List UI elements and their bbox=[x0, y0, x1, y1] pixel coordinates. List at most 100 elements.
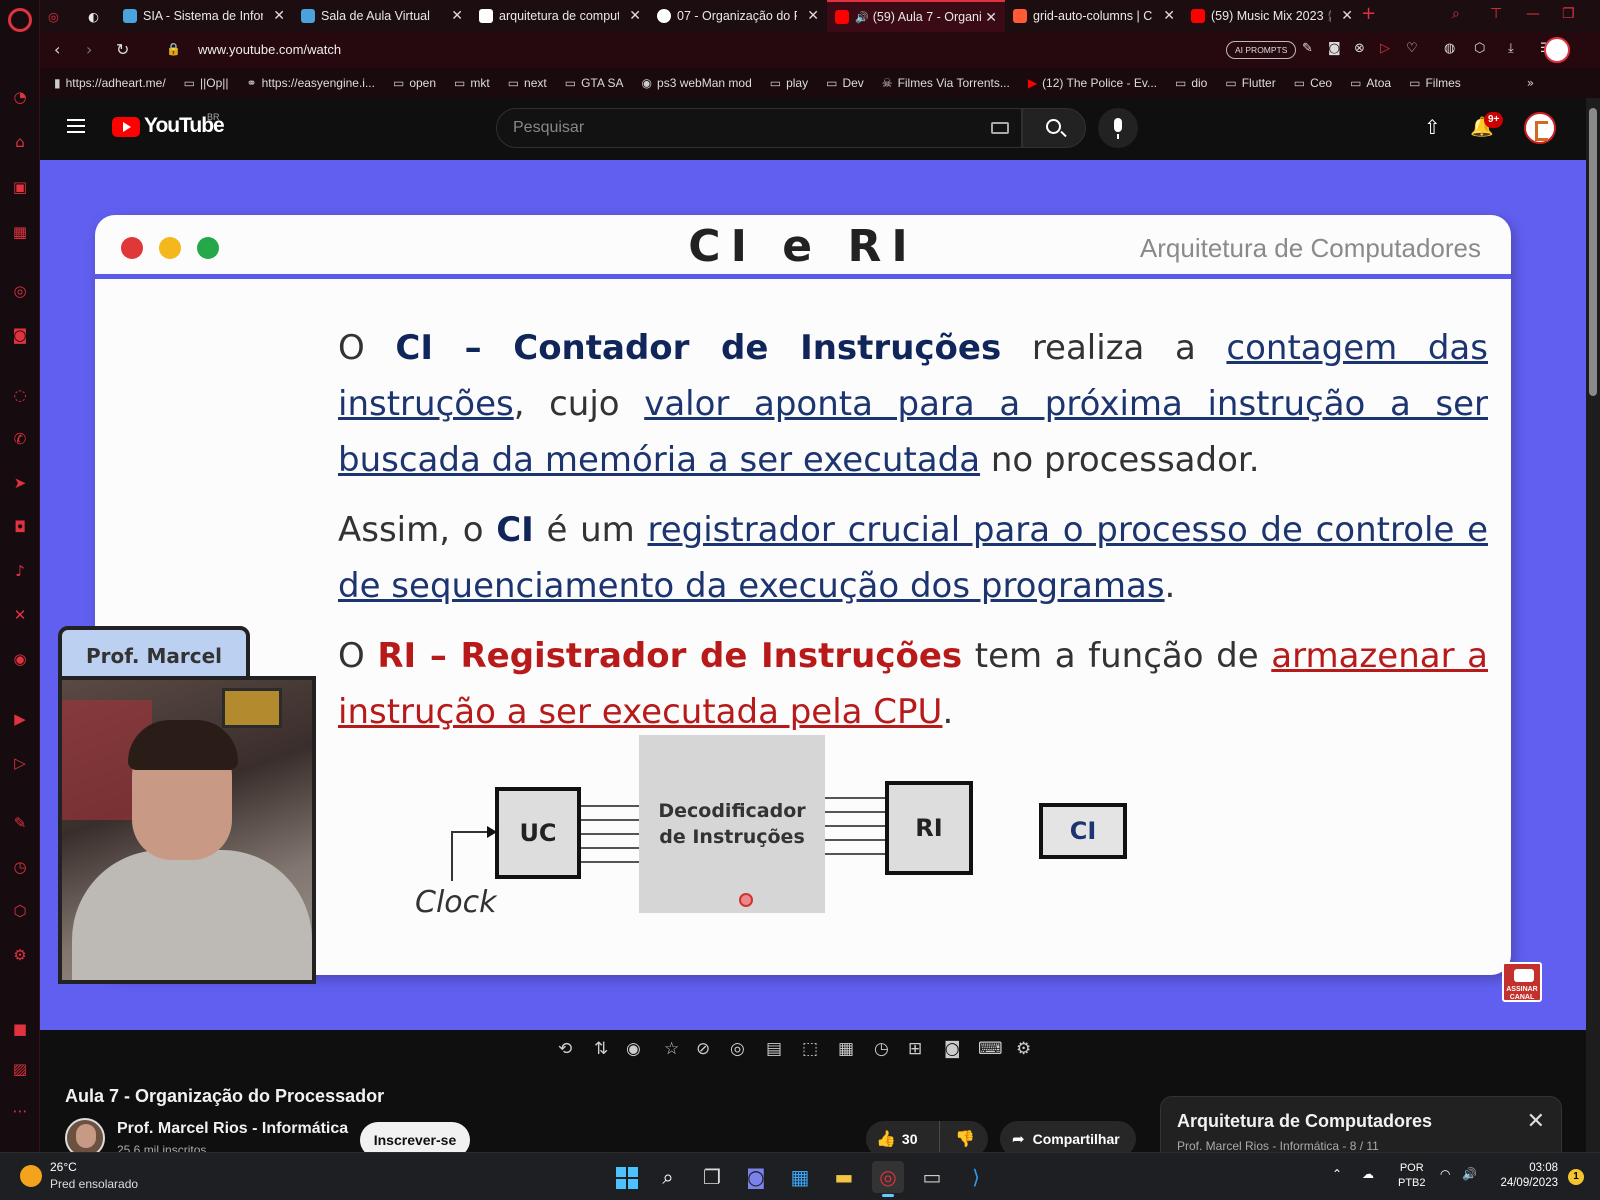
whatsapp-icon[interactable]: ✆ bbox=[9, 428, 31, 450]
tab-active[interactable]: 🔊 (59) Aula 7 - Organi ✕ bbox=[827, 0, 1005, 32]
url-field[interactable]: www.youtube.com/watch bbox=[198, 42, 341, 57]
pip-icon[interactable]: ▦ bbox=[838, 1039, 854, 1059]
settings-icon[interactable]: ⚙ bbox=[1016, 1039, 1031, 1059]
weather-temperature[interactable]: 26°C bbox=[50, 1160, 77, 1174]
bookmark-item[interactable]: ▭ Atoa bbox=[1350, 76, 1391, 90]
store-icon[interactable]: ▦ bbox=[784, 1161, 816, 1193]
scrollbar-thumb[interactable] bbox=[1589, 108, 1597, 396]
bookmark-item[interactable]: ▭ Filmes bbox=[1409, 76, 1461, 90]
x-icon[interactable]: ✕ bbox=[9, 604, 31, 626]
subscribe-watermark[interactable]: ASSINAR CANAL bbox=[1502, 962, 1542, 1002]
app-icon[interactable]: ■ bbox=[9, 1018, 31, 1040]
discord-icon[interactable]: ◉ bbox=[9, 648, 31, 670]
bookmark-item[interactable]: ▭ ||Op|| bbox=[184, 76, 229, 90]
resize-icon[interactable]: ⬚ bbox=[802, 1039, 818, 1059]
notification-center-badge[interactable]: 1 bbox=[1568, 1169, 1584, 1185]
tab-1[interactable]: Sala de Aula Virtual ✕ bbox=[293, 0, 471, 32]
chevron-up-icon[interactable]: ⌃ bbox=[1332, 1167, 1342, 1181]
close-tab-icon[interactable]: ✕ bbox=[273, 8, 285, 24]
tab-search-icon[interactable]: ⌕ bbox=[1452, 6, 1460, 22]
telegram-icon[interactable]: ➤ bbox=[9, 472, 31, 494]
player-icon[interactable]: ▶ bbox=[9, 708, 31, 730]
close-tab-icon[interactable]: ✕ bbox=[1163, 8, 1175, 24]
bookmark-item[interactable]: ▭ Flutter bbox=[1225, 76, 1275, 90]
gallery-icon[interactable]: ▨ bbox=[9, 1058, 31, 1080]
ai-prompts-button[interactable]: AI PROMPTS bbox=[1226, 41, 1297, 59]
tab-5[interactable]: grid-auto-columns | CSS✕ bbox=[1005, 0, 1183, 32]
heart-icon[interactable]: ♡ bbox=[1406, 41, 1418, 56]
camera-icon[interactable]: ◙ bbox=[1328, 41, 1341, 56]
tab-3[interactable]: 07 - Organização do Pro✕ bbox=[649, 0, 827, 32]
private-tab-icon[interactable]: ◐ bbox=[80, 0, 115, 32]
opera-logo-icon[interactable] bbox=[8, 8, 32, 32]
close-tab-icon[interactable]: ✕ bbox=[1341, 8, 1353, 24]
star-icon[interactable]: ☆ bbox=[664, 1039, 679, 1059]
extension-box-icon[interactable]: ⬡ bbox=[1474, 41, 1485, 56]
voice-search-button[interactable] bbox=[1098, 108, 1138, 148]
tiktok-icon[interactable]: ♪ bbox=[9, 560, 31, 582]
weather-description[interactable]: Pred ensolarado bbox=[50, 1177, 138, 1191]
messenger-icon[interactable]: ◌ bbox=[9, 384, 31, 406]
audio-icon[interactable]: 🔊 bbox=[855, 11, 869, 24]
bookmark-item[interactable]: ▭ GTA SA bbox=[565, 76, 624, 90]
add-icon[interactable]: ⊞ bbox=[908, 1039, 922, 1059]
language-indicator[interactable]: POR PTB2 bbox=[1398, 1161, 1426, 1191]
bookmark-item[interactable]: ☠ Filmes Via Torrents... bbox=[882, 76, 1010, 90]
pin-icon[interactable]: ⊤ bbox=[1490, 6, 1502, 22]
bag-icon[interactable]: ⌂ bbox=[9, 131, 31, 153]
more-icon[interactable]: ⋯ bbox=[9, 1100, 31, 1122]
video-player[interactable]: CI e RI Arquitetura de Computadores O CI… bbox=[40, 160, 1586, 1030]
page-scrollbar[interactable] bbox=[1586, 98, 1600, 1152]
loop-icon[interactable]: ⟲ bbox=[558, 1039, 572, 1059]
keyboard-icon[interactable] bbox=[991, 122, 1009, 134]
bookmark-item[interactable]: ▭ play bbox=[770, 76, 808, 90]
tab-6[interactable]: (59) Music Mix 2023 🎧 ✕ bbox=[1183, 0, 1361, 32]
block-icon[interactable]: ⊗ bbox=[1354, 41, 1365, 56]
speed-dial-icon[interactable]: ◔ bbox=[9, 86, 31, 108]
more-bookmarks-icon[interactable]: » bbox=[1527, 76, 1534, 90]
forward-icon[interactable]: › bbox=[86, 40, 92, 59]
tab-0[interactable]: SIA - Sistema de Inform ✕ bbox=[115, 0, 293, 32]
bookmark-item[interactable]: ▶ (12) The Police - Ev... bbox=[1028, 76, 1157, 90]
bookmark-item[interactable]: ▮ https://adheart.me/ bbox=[54, 76, 166, 90]
weather-sun-icon[interactable] bbox=[20, 1165, 42, 1187]
flow-icon[interactable]: ▷ bbox=[1380, 41, 1390, 56]
terminal-icon[interactable]: ▭ bbox=[916, 1161, 948, 1193]
download-icon[interactable]: ⤓ bbox=[1508, 41, 1514, 56]
instagram-icon[interactable]: ◘ bbox=[9, 516, 31, 538]
bookmark-item[interactable]: ⚭ https://easyengine.i... bbox=[247, 76, 375, 90]
cinema-icon[interactable]: ▤ bbox=[766, 1039, 782, 1059]
opera-gx-icon[interactable]: ◎ bbox=[872, 1161, 904, 1197]
reload-icon[interactable]: ↻ bbox=[116, 40, 129, 59]
close-tab-icon[interactable]: ✕ bbox=[629, 8, 641, 24]
youtube-logo-icon[interactable] bbox=[112, 117, 140, 137]
speed-icon[interactable]: ◷ bbox=[874, 1039, 889, 1059]
ads-off-icon[interactable]: ⊘ bbox=[696, 1039, 710, 1059]
chatgpt-icon[interactable]: ◎ bbox=[9, 280, 31, 302]
file-explorer-icon[interactable]: ▬ bbox=[828, 1161, 860, 1193]
profile-avatar[interactable] bbox=[1544, 37, 1570, 63]
maximize-button[interactable]: ❐ bbox=[1562, 6, 1575, 22]
search-input[interactable] bbox=[513, 109, 973, 147]
bookmark-item[interactable]: ◉ ps3 webMan mod bbox=[642, 76, 752, 90]
twitch-icon[interactable]: ▣ bbox=[9, 176, 31, 198]
cast-icon[interactable]: ◉ bbox=[626, 1039, 641, 1059]
history-icon[interactable]: ◷ bbox=[9, 856, 31, 878]
bookmark-item[interactable]: ▭ dio bbox=[1175, 76, 1207, 90]
playlist-title[interactable]: Arquitetura de Computadores bbox=[1177, 1111, 1432, 1132]
bookmark-item[interactable]: ▭ Dev bbox=[826, 76, 864, 90]
bookmark-item[interactable]: ▭ next bbox=[508, 76, 547, 90]
snapshot-edit-icon[interactable]: ✎ bbox=[1302, 41, 1313, 56]
task-view-icon[interactable]: ❐ bbox=[696, 1161, 728, 1193]
channel-name[interactable]: Prof. Marcel Rios - Informática bbox=[117, 1120, 348, 1138]
new-tab-button[interactable]: + bbox=[1361, 3, 1376, 24]
chat-icon[interactable]: ◙ bbox=[9, 324, 31, 346]
settings-icon[interactable]: ⚙ bbox=[9, 944, 31, 966]
wifi-icon[interactable]: ◠ bbox=[1440, 1167, 1450, 1181]
edit-icon[interactable]: ✎ bbox=[9, 812, 31, 834]
back-icon[interactable]: ‹ bbox=[54, 40, 60, 59]
sort-icon[interactable]: ⇅ bbox=[594, 1039, 608, 1059]
search-button[interactable] bbox=[1022, 108, 1086, 148]
vscode-icon[interactable]: ⟩ bbox=[960, 1161, 992, 1193]
close-tab-icon[interactable]: ✕ bbox=[985, 10, 997, 26]
